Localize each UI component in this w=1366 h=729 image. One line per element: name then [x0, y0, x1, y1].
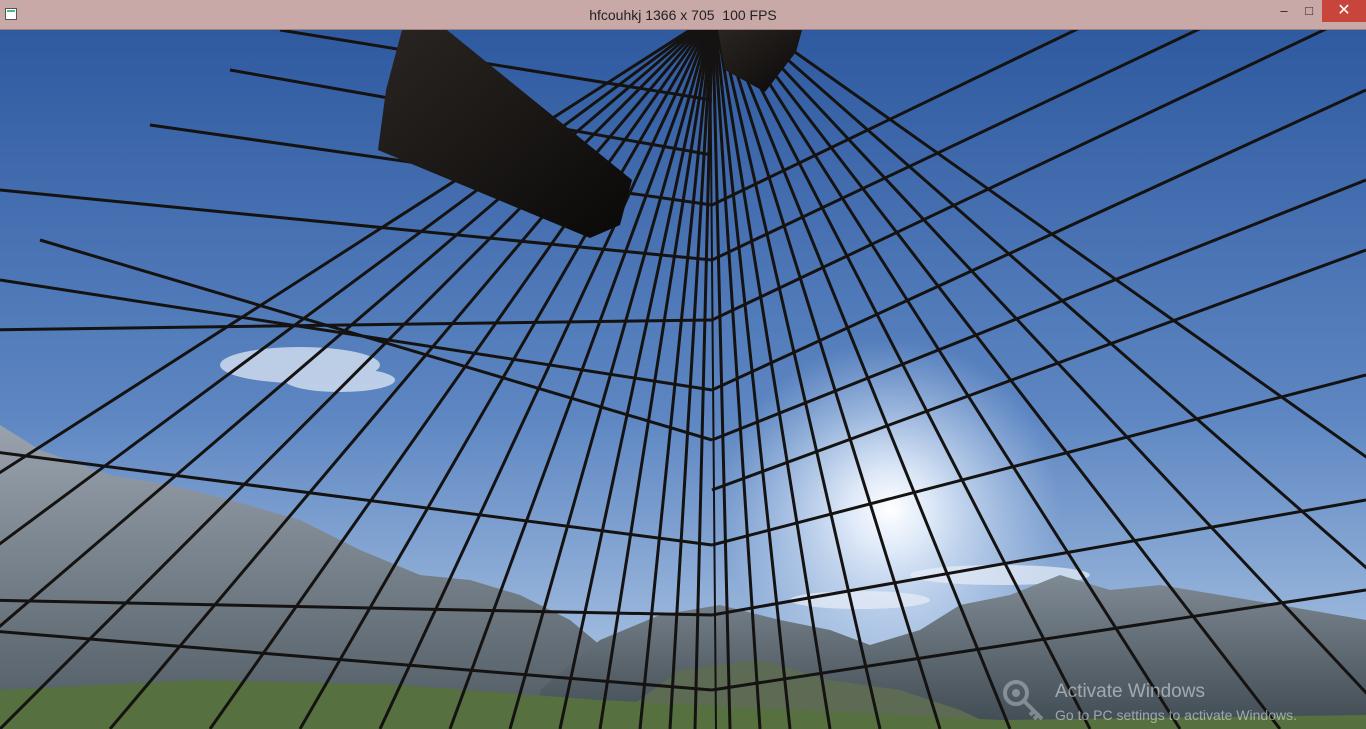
window-title: hfcouhkj 1366 x 705 100 FPS	[589, 7, 777, 23]
game-scene	[0, 30, 1366, 729]
close-button[interactable]: ✕	[1322, 0, 1366, 22]
game-viewport[interactable]: Activate Windows Go to PC settings to ac…	[0, 30, 1366, 729]
window-titlebar[interactable]: hfcouhkj 1366 x 705 100 FPS – □ ✕	[0, 0, 1366, 30]
maximize-button[interactable]: □	[1295, 0, 1323, 22]
minimize-button[interactable]: –	[1270, 0, 1298, 22]
